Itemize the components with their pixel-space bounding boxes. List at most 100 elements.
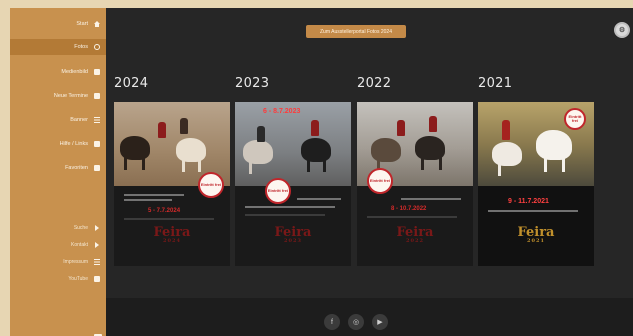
text-line [401,198,461,200]
poster-brand: Feira 2024 [144,226,200,264]
horse-leg [142,156,145,170]
horse-leg [307,158,310,172]
youtube-icon[interactable]: ▶ [372,314,388,330]
poster-dates: 9 - 11.7.2021 [508,198,549,205]
horse-leg [544,158,547,172]
brand-year: 2024 [163,238,181,244]
brand-year: 2022 [406,238,424,244]
sidebar-item-label: Kontakt [71,242,88,248]
rider-figure [429,116,437,132]
sidebar-item-label: Favoriten [65,165,88,171]
sidebar-item-kontakt[interactable]: Kontakt [10,237,106,253]
text-line [245,214,325,216]
brand-year: 2023 [284,238,302,244]
rider-figure [158,122,166,138]
year-heading: 2023 [235,76,270,91]
portal-button[interactable]: Zum Ausstellerportal Fotos 2024 [306,25,406,38]
text-line [124,218,214,220]
sidebar-item-label: YouTube [68,276,88,282]
arrow-icon [94,225,100,231]
sidebar-item-favoriten[interactable]: Favoriten [10,160,106,176]
poster-2024[interactable]: Eintritt frei 5 - 7.7.2024 Feira 2024 [114,102,230,266]
poster-brand: Feira 2022 [387,226,443,264]
media-icon [94,69,100,75]
sidebar-item-hilfe[interactable]: Hilfe / Links [10,136,106,152]
flag-icon [94,117,100,123]
image-icon [94,44,100,50]
horse-figure [492,142,522,166]
text-line [124,194,184,196]
sidebar-item-label: Medienbild [61,69,88,75]
poster-brand: Feira 2021 [508,226,564,264]
facebook-icon[interactable]: f [324,314,340,330]
text-line [367,216,457,218]
sidebar-item-fotos[interactable]: Fotos [10,39,106,55]
poster-2021[interactable]: Eintritt frei 9 - 11.7.2021 Feira 2021 [478,102,594,266]
poster-dates: 6 - 8.7.2023 [263,108,301,115]
text-line [297,198,341,200]
horse-leg [323,158,326,172]
horse-leg [124,156,127,170]
sidebar-item-label: Suche [73,225,88,231]
poster-dates: 5 - 7.7.2024 [148,208,181,214]
video-icon [94,276,100,282]
horse-figure [176,138,206,162]
text-line [124,199,172,201]
horse-leg [182,158,185,172]
arrow-icon [94,242,100,248]
free-entry-stamp: Eintritt frei [367,168,393,194]
free-entry-stamp: Eintritt frei [265,178,291,204]
rider-figure [397,120,405,136]
sidebar-item-youtube[interactable]: YouTube [10,271,106,287]
instagram-icon[interactable]: ◎ [348,314,364,330]
horse-leg [498,162,501,176]
rider-figure [257,126,265,142]
sidebar-item-label: Banner [70,117,88,123]
horse-figure [371,138,401,162]
horse-leg [249,160,252,174]
sidebar-item-impressum[interactable]: Impressum [10,254,106,270]
sidebar-item-medienbild[interactable]: Medienbild [10,64,106,80]
poster-dates: 8 - 10.7.2022 [391,206,427,212]
sidebar-item-label: Fotos [74,44,88,50]
free-entry-stamp: Eintritt frei [198,172,224,198]
brand-year: 2021 [527,238,545,244]
horse-figure [243,140,273,164]
rider-figure [180,118,188,134]
rider-figure [502,120,510,140]
home-icon [94,21,100,27]
year-heading: 2024 [114,76,149,91]
horse-figure [301,138,331,162]
poster-brand: Feira 2023 [265,226,321,264]
poster-photo: 6 - 8.7.2023 [235,102,351,186]
poster-2023[interactable]: 6 - 8.7.2023 Eintritt frei Feira 2023 [235,102,351,266]
menu-icon [94,259,100,265]
text-line [488,210,578,212]
sidebar-nav: Start Fotos Medienbild Neue Termine Bann… [10,8,106,336]
sidebar-item-banner[interactable]: Banner [10,112,106,128]
year-heading: 2022 [357,76,392,91]
sidebar-item-start[interactable]: Start [10,16,106,32]
sidebar-item-label: Start [76,21,88,27]
sidebar-item-suche[interactable]: Suche [10,220,106,236]
horse-leg [439,156,442,170]
horse-leg [421,156,424,170]
horse-figure [536,130,572,160]
sidebar-item-termine[interactable]: Neue Termine [10,88,106,104]
poster-2022[interactable]: Eintritt frei 8 - 10.7.2022 Feira 2022 [357,102,473,266]
app-window: Start Fotos Medienbild Neue Termine Bann… [10,8,633,336]
settings-icon[interactable]: ⚙ [614,22,630,38]
year-heading: 2021 [478,76,513,91]
link-icon [94,141,100,147]
page-footer [106,298,633,336]
rider-figure [311,120,319,136]
text-line [245,206,335,208]
bookmark-icon [94,165,100,171]
sidebar-item-label: Neue Termine [53,93,88,99]
calendar-icon [94,93,100,99]
sidebar-item-label: Hilfe / Links [59,141,88,147]
free-entry-stamp: Eintritt frei [564,108,586,130]
horse-leg [198,158,201,172]
sidebar-item-label: Impressum [63,259,88,265]
horse-leg [562,158,565,172]
